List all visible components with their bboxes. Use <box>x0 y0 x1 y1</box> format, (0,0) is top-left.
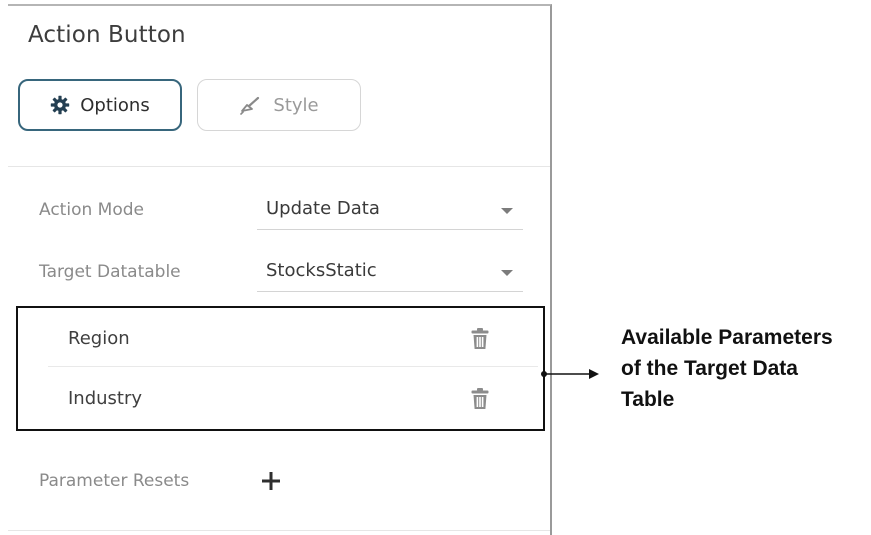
section-divider <box>8 166 550 167</box>
target-datatable-value: StocksStatic <box>266 260 377 281</box>
parameter-label: Region <box>68 328 130 349</box>
tab-options[interactable]: Options <box>18 79 182 131</box>
callout-arrow <box>541 369 599 379</box>
callout-line: Table <box>621 388 675 411</box>
parameter-resets-label: Parameter Resets <box>39 471 190 491</box>
callout-annotation: Available Parameters of the Target Data … <box>621 322 871 415</box>
tab-options-label: Options <box>80 94 150 116</box>
screenshot-stage: Action Button Options Style Action Mode … <box>0 0 871 535</box>
gear-icon <box>50 95 70 115</box>
callout-line: of the Target Data <box>621 357 798 380</box>
target-datatable-label: Target Datatable <box>39 262 181 282</box>
paint-brush-icon <box>239 95 263 115</box>
plus-icon[interactable] <box>258 468 284 494</box>
chevron-down-icon <box>501 208 513 214</box>
chevron-down-icon <box>501 270 513 276</box>
parameter-row-separator <box>48 366 538 367</box>
panel-title: Action Button <box>28 22 186 48</box>
tab-style-label: Style <box>273 94 319 116</box>
action-button-settings-panel: Action Button Options Style Action Mode … <box>8 4 552 535</box>
tab-style[interactable]: Style <box>197 79 361 131</box>
parameter-row-region: Region <box>18 310 541 370</box>
parameter-row-industry: Industry <box>18 370 541 430</box>
trash-icon[interactable] <box>470 327 490 351</box>
action-mode-value: Update Data <box>266 198 380 219</box>
target-datatable-select[interactable]: StocksStatic <box>257 258 523 292</box>
parameter-label: Industry <box>68 388 143 409</box>
callout-line: Available Parameters <box>621 326 833 349</box>
action-mode-label: Action Mode <box>39 200 144 220</box>
action-mode-select[interactable]: Update Data <box>257 196 523 230</box>
trash-icon[interactable] <box>470 387 490 411</box>
bottom-divider <box>8 530 550 531</box>
